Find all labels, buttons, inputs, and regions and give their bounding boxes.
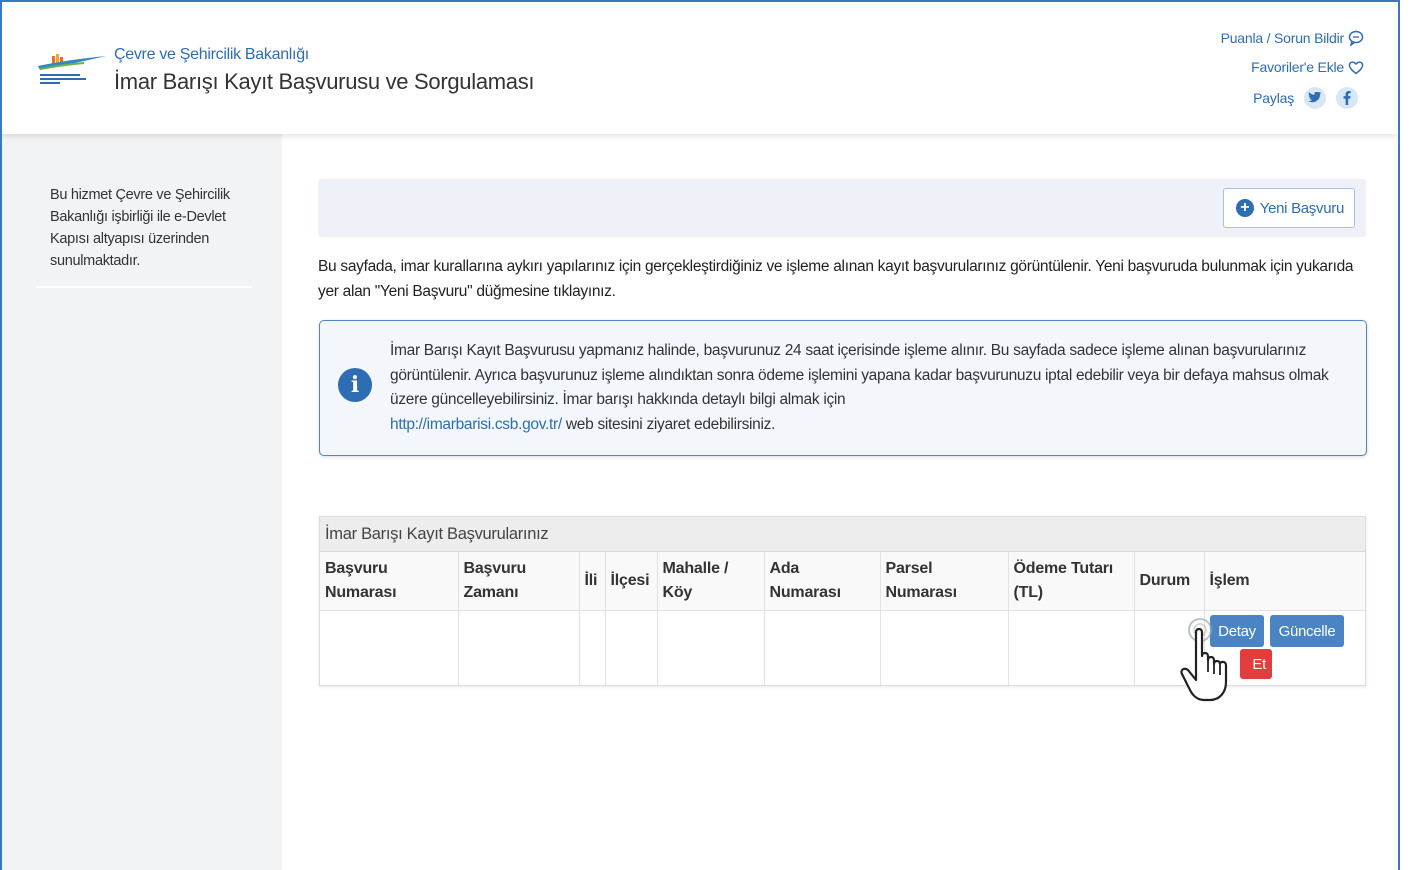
column-header-neighborhood[interactable]: Mahalle / Köy <box>657 552 765 611</box>
column-header-status[interactable]: Durum <box>1134 552 1205 611</box>
new-application-label: Yeni Başvuru <box>1259 199 1345 217</box>
column-header-province[interactable]: İli <box>579 552 606 611</box>
intro-text: Bu sayfada, imar kurallarına aykırı yapı… <box>318 258 1354 300</box>
column-header-application-time[interactable]: Başvuru Zamanı <box>458 552 580 611</box>
plus-circle-icon: + <box>1235 199 1254 217</box>
sidebar: Bu hizmet Çevre ve Şehircilik Bakanlığı … <box>2 134 282 870</box>
table-cell <box>320 610 459 685</box>
table-cell <box>579 610 606 685</box>
comment-icon <box>1348 30 1364 46</box>
action-toolbar: + Yeni Başvuru <box>318 179 1366 237</box>
column-header-actions: İşlem <box>1204 552 1365 611</box>
rate-report-link[interactable]: Puanla / Sorun Bildir <box>1221 30 1364 46</box>
column-header-block-number[interactable]: Ada Numarası <box>764 552 881 611</box>
add-favorites-label: Favoriler'e Ekle <box>1251 59 1344 75</box>
table-cell <box>1008 610 1135 685</box>
rate-report-label: Puanla / Sorun Bildir <box>1220 30 1345 46</box>
twitter-share-button[interactable] <box>1304 87 1326 109</box>
hand-pointer-cursor-icon <box>1180 618 1228 702</box>
new-application-button[interactable]: + Yeni Başvuru <box>1222 188 1355 228</box>
service-provider-info: Bu hizmet Çevre ve Şehircilik Bakanlığı … <box>50 187 230 269</box>
add-favorites-link[interactable]: Favoriler'e Ekle <box>1251 59 1364 75</box>
share-label: Paylaş <box>1253 90 1294 106</box>
column-header-district[interactable]: İlçesi <box>605 552 658 611</box>
table-cell <box>605 610 658 685</box>
page-title: İmar Barışı Kayıt Başvurusu ve Sorgulama… <box>114 69 535 94</box>
facebook-icon <box>1343 91 1351 105</box>
table-cell <box>657 610 765 685</box>
info-alert: i İmar Barışı Kayıt Başvurusu yapmanız h… <box>319 320 1367 456</box>
alert-text: İmar Barışı Kayıt Başvurusu yapmanız hal… <box>390 339 1350 437</box>
alert-body: İmar Barışı Kayıt Başvurusu yapmanız hal… <box>390 342 1329 408</box>
facebook-share-button[interactable] <box>1336 87 1358 109</box>
imar-barisi-site-link[interactable]: http://imarbarisi.csb.gov.tr/ <box>390 416 562 433</box>
column-header-application-number[interactable]: Başvuru Numarası <box>320 552 459 611</box>
app-window: Çevre ve Şehircilik Bakanlığı İmar Barış… <box>0 0 1400 870</box>
table-cell <box>458 610 580 685</box>
table-header-row: Başvuru Numarası Başvuru Zamanı İli İlçe… <box>320 552 1365 611</box>
ministry-name: Çevre ve Şehircilik Bakanlığı <box>114 46 309 63</box>
sidebar-divider <box>36 286 252 288</box>
share-row: Paylaş <box>1253 87 1358 109</box>
twitter-icon <box>1308 92 1321 103</box>
heart-icon <box>1348 60 1364 74</box>
info-icon: i <box>338 368 372 402</box>
column-header-parcel-number[interactable]: Parsel Numarası <box>880 552 1009 611</box>
table-cell <box>880 610 1009 685</box>
ministry-logo <box>38 54 106 84</box>
table-title: İmar Barışı Kayıt Başvurularınız <box>320 517 1365 552</box>
column-header-payment-amount[interactable]: Ödeme Tutarı (TL) <box>1008 552 1135 611</box>
update-button[interactable]: Güncelle <box>1270 615 1344 647</box>
alert-suffix: web sitesini ziyaret edebilirsiniz. <box>561 415 776 433</box>
table-cell <box>764 610 881 685</box>
page-header: Çevre ve Şehircilik Bakanlığı İmar Barış… <box>2 2 1398 134</box>
